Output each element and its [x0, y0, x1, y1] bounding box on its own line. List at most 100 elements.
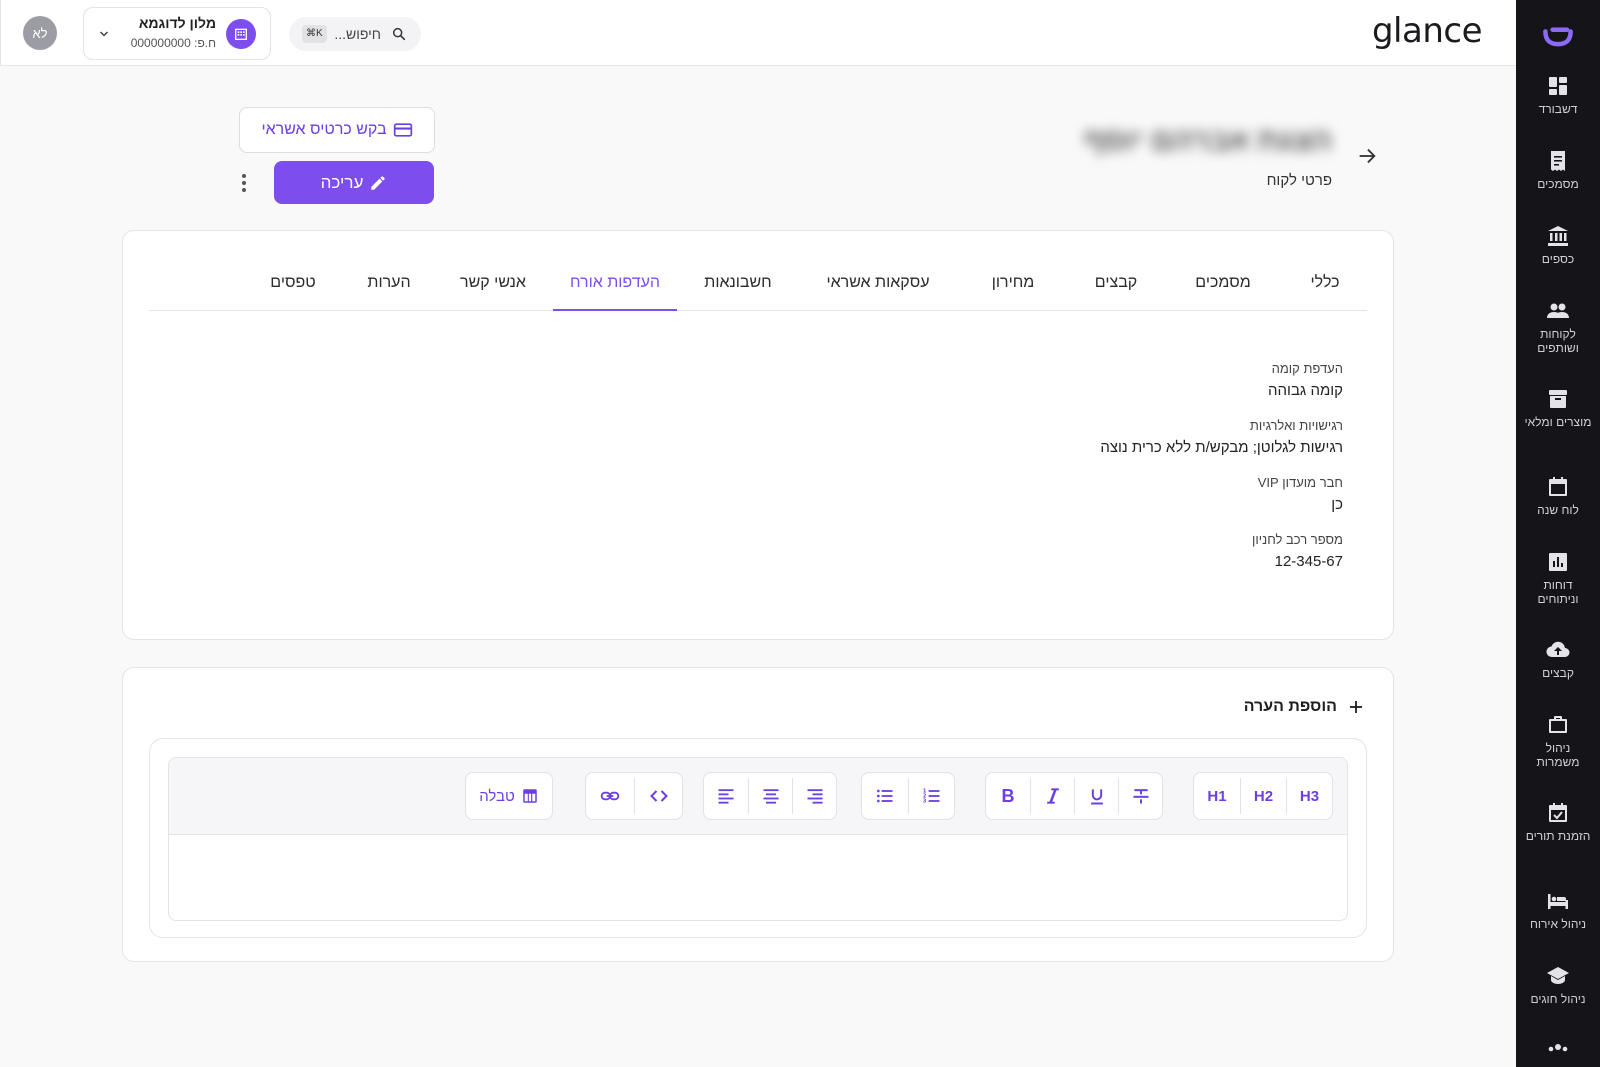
strikethrough-icon: [1133, 789, 1148, 804]
format-group: B: [985, 772, 1163, 820]
h3-button[interactable]: H3: [1286, 778, 1332, 814]
bold-button[interactable]: B: [986, 778, 1030, 814]
edit-label: עריכה: [320, 172, 364, 192]
add-note-label: הוספת הערה: [1243, 698, 1337, 715]
customer-details-card: כללי מסמכים קבצים מחירון עסקאות אשראי חש…: [122, 230, 1394, 640]
italic-icon: [1046, 788, 1059, 804]
add-note-button[interactable]: הוספת הערה: [1244, 698, 1365, 716]
briefcase-icon: [1549, 716, 1567, 733]
bullet-list-icon: [877, 789, 893, 803]
sidebar-item-label: דשבורד: [1538, 102, 1578, 116]
calendar-icon: [1549, 477, 1567, 496]
code-button[interactable]: [634, 778, 682, 814]
sidebar-item-label: לוח שנה: [1537, 503, 1579, 517]
edit-button[interactable]: עריכה: [274, 161, 434, 204]
sidebar-item-shifts[interactable]: ניהול משמרות: [1516, 711, 1600, 799]
tab-contacts[interactable]: אנשי קשר: [433, 261, 553, 311]
italic-button[interactable]: [1030, 778, 1074, 814]
sidebar-item-products[interactable]: מוצרים ומלאי: [1516, 385, 1600, 473]
tab-guest-preferences[interactable]: העדפות אורח: [553, 261, 677, 311]
building-icon: [226, 19, 256, 49]
chevron-down-icon: [98, 27, 110, 39]
sidebar-item-documents[interactable]: מסמכים: [1516, 147, 1600, 222]
pencil-icon: [371, 175, 386, 190]
insert-group: [585, 772, 683, 820]
back-arrow-icon[interactable]: [1356, 145, 1378, 167]
hotel-name: מלון לדוגמא: [138, 15, 216, 31]
numbered-list-icon: 123: [922, 789, 939, 805]
preference-value: 12-345-67: [1274, 553, 1343, 570]
dashboard-icon: [1549, 77, 1567, 95]
svg-text:3: 3: [922, 799, 926, 805]
sidebar-item-hospitality[interactable]: ניהול אירוח: [1516, 887, 1600, 962]
table-label: טבלה: [479, 787, 515, 805]
search-placeholder: חיפוש...: [334, 26, 381, 42]
sidebar-item-more[interactable]: [1516, 1037, 1600, 1067]
align-center-button[interactable]: [748, 778, 792, 814]
brand-logo[interactable]: glance: [1372, 11, 1483, 51]
sidebar-item-files[interactable]: קבצים: [1516, 636, 1600, 711]
search-input[interactable]: חיפוש... ⌘K: [289, 17, 421, 51]
bed-icon: [1548, 894, 1568, 909]
align-left-button[interactable]: [704, 778, 748, 814]
calendar-check-icon: [1549, 803, 1567, 822]
link-button[interactable]: [586, 778, 634, 814]
underline-button[interactable]: [1074, 778, 1118, 814]
tab-documents[interactable]: מסמכים: [1163, 261, 1283, 311]
app-logo-icon[interactable]: [1516, 0, 1600, 72]
plus-icon: [1350, 701, 1362, 713]
hotel-switcher[interactable]: מלון לדוגמא ח.פ: 000000000: [83, 7, 271, 60]
sidebar-item-appointments[interactable]: הזמנת תורים: [1516, 799, 1600, 887]
sidebar-item-classes[interactable]: ניהול חוגים: [1516, 962, 1600, 1037]
groups-icon: [1548, 1044, 1568, 1052]
sidebar-item-label: ניהול חוגים: [1530, 992, 1586, 1006]
request-credit-card-button[interactable]: בקש כרטיס אשראי: [239, 107, 435, 153]
sidebar-item-finance[interactable]: כספים: [1516, 222, 1600, 297]
align-group: [703, 772, 837, 820]
tab-accounting[interactable]: חשבונאות: [677, 261, 799, 311]
tab-credit-transactions[interactable]: עסקאות אשראי: [799, 261, 957, 311]
hotel-phone: ח.פ: 000000000: [130, 36, 216, 50]
note-text-area[interactable]: [169, 835, 1347, 920]
align-right-icon: [807, 789, 822, 804]
sidebar-item-label: כספים: [1541, 252, 1575, 266]
preference-value: כן: [1331, 496, 1343, 513]
more-options-icon[interactable]: [236, 172, 252, 194]
preference-item: רגישויות ואלרגיות רגישות לגלוטן; מבקש/ת …: [1100, 418, 1343, 456]
tab-forms[interactable]: טפסים: [241, 261, 345, 311]
tab-notes[interactable]: הערות: [345, 261, 433, 311]
bullet-list-button[interactable]: [862, 778, 908, 814]
sidebar-item-calendar[interactable]: לוח שנה: [1516, 473, 1600, 548]
sidebar-item-reports[interactable]: דוחות וניתוחים: [1516, 548, 1600, 636]
preference-label: רגישויות ואלרגיות: [1249, 418, 1343, 433]
credit-card-icon: [393, 123, 412, 137]
align-center-icon: [763, 789, 778, 804]
bank-icon: [1548, 226, 1568, 246]
tab-files[interactable]: קבצים: [1069, 261, 1163, 311]
avatar[interactable]: לא: [23, 16, 57, 50]
tab-general[interactable]: כללי: [1283, 261, 1367, 311]
sidebar-item-dashboard[interactable]: דשבורד: [1516, 72, 1600, 147]
archive-icon: [1549, 390, 1567, 408]
note-editor-container: H1 H2 H3 B 1 2 3 טבלה: [149, 738, 1367, 938]
sidebar-item-customers[interactable]: לקוחות ושותפים: [1516, 297, 1600, 385]
strikethrough-button[interactable]: [1118, 778, 1162, 814]
school-icon: [1547, 967, 1569, 984]
request-credit-card-label: בקש כרטיס אשראי: [261, 121, 387, 138]
sidebar: דשבורד מסמכים כספים לקוחות ושותפים מוצרי…: [1516, 0, 1600, 1067]
numbered-list-button[interactable]: 123: [908, 778, 954, 814]
tabs-bar: כללי מסמכים קבצים מחירון עסקאות אשראי חש…: [149, 261, 1367, 311]
h2-button[interactable]: H2: [1240, 778, 1286, 814]
customer-name: הצגת אברהם יוסף: [1083, 124, 1332, 157]
preference-value: רגישות לגלוטן; מבקש/ת ללא כרית נוצה: [1100, 439, 1343, 456]
align-right-button[interactable]: [792, 778, 836, 814]
tab-price-list[interactable]: מחירון: [957, 261, 1069, 311]
underline-icon: [1090, 789, 1103, 805]
sidebar-item-label: מוצרים ומלאי: [1524, 415, 1592, 429]
table-icon: [523, 789, 537, 803]
h1-button[interactable]: H1: [1194, 778, 1240, 814]
sidebar-item-label: קבצים: [1542, 666, 1574, 680]
documents-icon: [1551, 151, 1565, 171]
editor-toolbar: H1 H2 H3 B 1 2 3 טבלה: [169, 758, 1347, 835]
table-button[interactable]: טבלה: [466, 778, 552, 814]
